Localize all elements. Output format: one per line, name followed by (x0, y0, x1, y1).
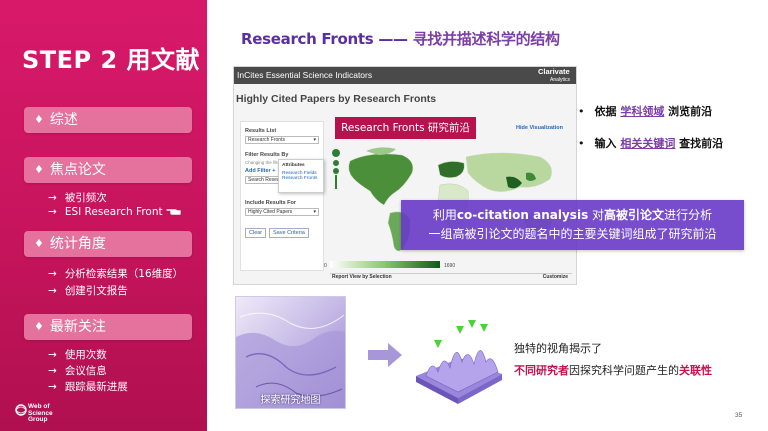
panel-subtitle: Highly Cited Papers by Research Fronts (236, 93, 437, 105)
attributes-popup: Attributes Research Fields Research Fron… (278, 159, 324, 193)
research-map-thumbnail[interactable]: 探索研究地图 (235, 296, 346, 409)
section-label: 焦点论文 (49, 162, 106, 178)
diamond-icon: ♦ (34, 320, 44, 333)
attr-research-fronts[interactable]: Research Fronts (279, 176, 323, 181)
sub-item-analyze-results[interactable]: → 分析检索结果（16维度） (48, 266, 183, 281)
add-filter-link[interactable]: Add Filter + (245, 168, 275, 174)
unique-perspective-text: 独特的视角揭示了 (514, 342, 602, 355)
arrow-right-icon: → (48, 192, 57, 204)
section-label: 综述 (49, 112, 78, 128)
arrow-right-icon: → (48, 381, 57, 393)
diamond-icon: ♦ (34, 163, 44, 176)
arrow-right-icon: → (48, 365, 57, 377)
esi-screenshot-panel: InCites Essential Science Indicators Cla… (233, 66, 577, 285)
sub-item-esi-research-front[interactable]: → ESI Research Front (48, 206, 163, 218)
step-title: STEP 2 用文献 (22, 46, 201, 74)
section-latest-button[interactable]: ♦ 最新关注 (24, 314, 192, 340)
sub-item-track-progress[interactable]: → 跟踪最新进展 (48, 379, 128, 394)
logo-text: Web of Science Group (28, 403, 53, 423)
clear-button[interactable]: Clear (245, 228, 267, 238)
bullet-browse-by-field: • 依据 学科领域 浏览前沿 (578, 105, 713, 118)
research-fronts-tag: Research Fronts 研究前沿 (335, 117, 476, 139)
panel-footer: Report View by Selection Customize (330, 273, 572, 283)
legend-color-bar (330, 261, 440, 268)
section-review-button[interactable]: ♦ 综述 (24, 107, 192, 133)
page-number: 35 (735, 412, 743, 419)
diamond-icon: ♦ (34, 113, 44, 126)
arrow-right-icon (368, 343, 402, 367)
sub-item-citation-report[interactable]: → 创建引文报告 (48, 283, 128, 298)
sub-item-citation-count[interactable]: → 被引频次 (48, 190, 107, 205)
map-zoom-controls (332, 149, 340, 189)
save-criteria-button[interactable]: Save Criteria (269, 228, 309, 238)
legend-min: 0 (324, 263, 327, 269)
filter-form: Results List Research Fronts Filter Resu… (240, 121, 324, 271)
hide-visualization-link[interactable]: Hide Visualization (516, 125, 563, 131)
customize-link[interactable]: Customize (543, 274, 568, 280)
sub-item-conference-info[interactable]: → 会议信息 (48, 363, 107, 378)
legend-max: 1690 (444, 263, 456, 269)
attr-research-fields[interactable]: Research Fields (279, 168, 323, 176)
arrow-right-icon: → (48, 268, 57, 280)
report-view-label[interactable]: Report View by Selection (332, 274, 392, 280)
co-citation-callout: 利用co-citation analysis 对高被引论文进行分析 一组高被引论… (401, 200, 744, 250)
sub-item-usage-count[interactable]: → 使用次数 (48, 347, 107, 362)
section-focus-papers-button[interactable]: ♦ 焦点论文 (24, 157, 192, 183)
section-label: 统计角度 (49, 236, 106, 252)
diamond-icon: ♦ (34, 237, 44, 250)
include-results-select[interactable]: Highly Cited Papers (245, 208, 319, 216)
section-label: 最新关注 (49, 319, 106, 335)
map-caption: 探索研究地图 (260, 395, 321, 406)
clarivate-logo: Clarivate Analytics (537, 67, 570, 84)
section-statistics-button[interactable]: ♦ 统计角度 (24, 231, 192, 257)
page-title: Research Fronts —— 寻找并描述科学的结构 (241, 30, 560, 48)
web-of-science-logo-icon (15, 404, 27, 416)
bullet-search-by-keyword: • 输入 相关关键词 查找前沿 (578, 137, 724, 150)
results-list-select[interactable]: Research Fronts (245, 136, 319, 144)
panel-header: InCites Essential Science Indicators Cla… (234, 67, 576, 84)
arrow-right-icon: → (48, 285, 57, 297)
related-keyword-link[interactable]: 相关关键词 (620, 137, 675, 150)
terrain-3d-visualization (416, 320, 502, 404)
arrow-right-icon: → (48, 349, 57, 361)
pointing-hand-icon (166, 208, 182, 216)
relevance-text: 不同研究者因探究科学问题产生的关联性 (514, 364, 712, 377)
arrow-right-icon: → (48, 206, 57, 218)
subject-field-link[interactable]: 学科领域 (620, 105, 664, 118)
